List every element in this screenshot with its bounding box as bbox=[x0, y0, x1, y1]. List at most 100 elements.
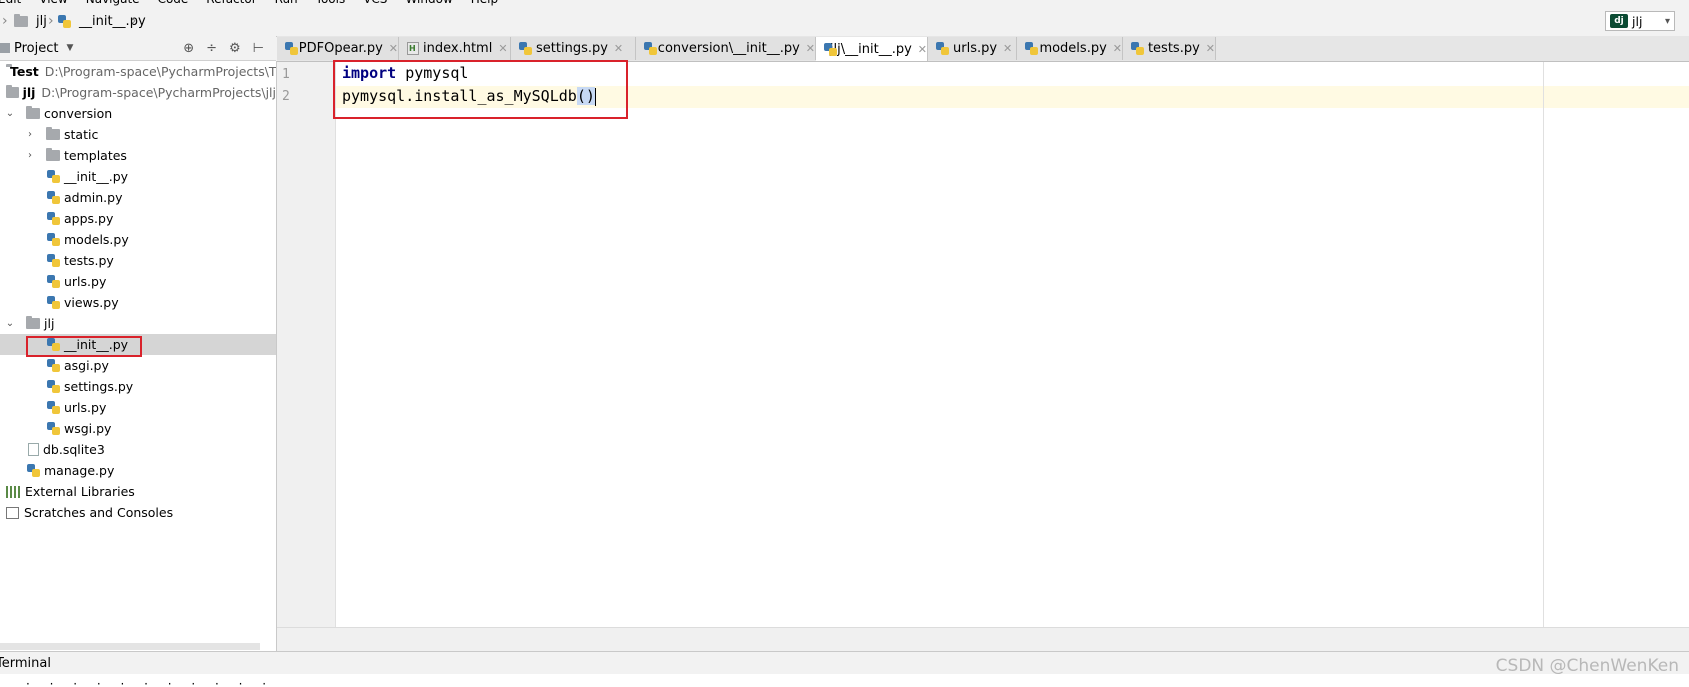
globe-icon[interactable]: ⊕ bbox=[183, 41, 194, 56]
python-file-icon bbox=[47, 359, 60, 372]
tree-item-external-libraries[interactable]: External Libraries bbox=[0, 481, 276, 502]
tree-item-file[interactable]: urls.py bbox=[0, 397, 276, 418]
line-number: 1 bbox=[282, 67, 290, 82]
tree-item-file[interactable]: wsgi.py bbox=[0, 418, 276, 439]
html-file-icon bbox=[407, 42, 419, 55]
chevron-right-icon: › bbox=[48, 13, 54, 29]
close-icon[interactable]: ✕ bbox=[1206, 42, 1215, 55]
tree-item-file[interactable]: __init__.py bbox=[0, 166, 276, 187]
python-file-icon bbox=[47, 233, 60, 246]
python-file-icon bbox=[644, 42, 657, 55]
breadcrumb-project[interactable]: jlj bbox=[14, 14, 47, 29]
django-icon: dj bbox=[1610, 14, 1628, 28]
tab-models[interactable]: models.py ✕ bbox=[1017, 37, 1123, 60]
chevron-down-icon[interactable]: ▼ bbox=[66, 43, 73, 53]
chevron-down-icon: ▾ bbox=[1664, 15, 1670, 27]
python-file-icon bbox=[47, 212, 60, 225]
project-panel-title[interactable]: Project bbox=[14, 41, 58, 56]
right-margin-guide bbox=[1543, 62, 1544, 627]
sidebar-scrollbar[interactable] bbox=[0, 643, 260, 650]
chevron-right-icon: › bbox=[131, 13, 137, 29]
editor-horizontal-scrollbar[interactable] bbox=[277, 627, 1689, 652]
python-file-icon bbox=[47, 380, 60, 393]
tree-item-scratches[interactable]: Scratches and Consoles bbox=[0, 502, 276, 523]
python-file-icon bbox=[27, 464, 40, 477]
highlight-box bbox=[26, 336, 142, 357]
python-file-icon bbox=[285, 42, 298, 55]
tree-item-file[interactable]: admin.py bbox=[0, 187, 276, 208]
tab-pdfopear[interactable]: PDFOpear.py ✕ bbox=[277, 37, 399, 60]
library-icon bbox=[6, 485, 20, 498]
tree-item-file[interactable]: asgi.py bbox=[0, 355, 276, 376]
tree-item-file[interactable]: tests.py bbox=[0, 250, 276, 271]
close-icon[interactable]: ✕ bbox=[1003, 42, 1012, 55]
python-file-icon bbox=[519, 42, 532, 55]
tree-item-file[interactable]: settings.py bbox=[0, 376, 276, 397]
highlight-box bbox=[333, 60, 628, 119]
python-file-icon bbox=[47, 422, 60, 435]
project-tree: Test D:\Program-space\PycharmProjects\T … bbox=[0, 61, 277, 651]
gear-icon[interactable]: ⚙ bbox=[229, 41, 241, 56]
close-icon[interactable]: ✕ bbox=[389, 42, 398, 55]
python-file-icon bbox=[47, 170, 60, 183]
python-file-icon bbox=[47, 401, 60, 414]
tree-item-file[interactable]: views.py bbox=[0, 292, 276, 313]
tab-urls[interactable]: urls.py ✕ bbox=[928, 37, 1017, 60]
line-gutter[interactable]: 1 2 bbox=[277, 62, 336, 627]
tab-index-html[interactable]: index.html✕ bbox=[399, 37, 511, 60]
python-file-icon bbox=[47, 296, 60, 309]
tab-jlj-init[interactable]: jlj\__init__.py ✕ bbox=[816, 37, 928, 61]
folder-icon bbox=[46, 127, 60, 140]
close-icon[interactable]: ✕ bbox=[498, 42, 507, 55]
terminal-tool-bar: Terminal bbox=[0, 651, 1689, 675]
tree-item-file[interactable]: db.sqlite3 bbox=[0, 439, 276, 460]
chevron-right-icon[interactable]: › bbox=[24, 129, 36, 140]
tree-item-folder[interactable]: ⌄ conversion bbox=[0, 103, 276, 124]
folder-icon bbox=[14, 14, 28, 27]
python-file-icon bbox=[1131, 42, 1144, 55]
code-editor[interactable]: 1 2 import pymysql pymysql.install_as_My… bbox=[277, 60, 1689, 627]
tree-item-folder[interactable]: › static bbox=[0, 124, 276, 145]
terminal-content[interactable]: · · · · · · · · · · · bbox=[0, 674, 1689, 687]
tree-item-file[interactable]: apps.py bbox=[0, 208, 276, 229]
close-icon[interactable]: ✕ bbox=[1113, 42, 1122, 55]
python-file-icon bbox=[1025, 42, 1039, 55]
python-file-icon bbox=[824, 42, 837, 56]
close-icon[interactable]: ✕ bbox=[918, 43, 927, 56]
chevron-down-icon[interactable]: ⌄ bbox=[4, 108, 16, 119]
hide-icon[interactable]: ⊢ bbox=[253, 41, 264, 56]
tree-item-file[interactable]: models.py bbox=[0, 229, 276, 250]
tree-item-folder[interactable]: ⌄ jlj bbox=[0, 313, 276, 334]
chevron-down-icon[interactable]: ⌄ bbox=[4, 318, 16, 329]
tree-item-folder[interactable]: › templates bbox=[0, 145, 276, 166]
line-number: 2 bbox=[282, 89, 290, 104]
close-icon[interactable]: ✕ bbox=[806, 42, 815, 55]
tab-tests[interactable]: tests.py ✕ bbox=[1123, 37, 1216, 60]
folder-icon bbox=[46, 148, 60, 161]
python-file-icon bbox=[936, 42, 949, 55]
tree-item-file[interactable]: manage.py bbox=[0, 460, 276, 481]
folder-icon bbox=[26, 316, 40, 329]
terminal-tab[interactable]: Terminal bbox=[0, 656, 51, 671]
tree-item-root-jlj[interactable]: jlj D:\Program-space\PycharmProjects\jlj bbox=[0, 82, 276, 103]
tab-settings[interactable]: settings.py ✕ bbox=[511, 37, 636, 60]
collapse-icon[interactable]: ÷ bbox=[206, 41, 217, 56]
chevron-right-icon: › bbox=[2, 13, 8, 29]
scratches-icon bbox=[6, 506, 19, 519]
editor-tabs: PDFOpear.py✕ index.html✕ settings.py✕ co… bbox=[277, 36, 1689, 62]
project-panel-header: Project ▼ ⊕ ÷ ⚙ ⊢ bbox=[0, 36, 276, 61]
chevron-right-icon[interactable]: › bbox=[24, 150, 36, 161]
python-file-icon bbox=[58, 15, 71, 28]
run-configuration-select[interactable]: dj jlj ▾ bbox=[1605, 11, 1675, 31]
tree-item-file[interactable]: urls.py bbox=[0, 271, 276, 292]
database-file-icon bbox=[28, 443, 39, 456]
watermark: CSDN @ChenWenKen bbox=[1495, 656, 1679, 676]
close-icon[interactable]: ✕ bbox=[614, 42, 623, 55]
python-file-icon bbox=[47, 191, 60, 204]
tree-item-root-test[interactable]: Test D:\Program-space\PycharmProjects\T bbox=[0, 61, 276, 82]
folder-icon bbox=[6, 85, 19, 98]
folder-icon bbox=[26, 106, 40, 119]
python-file-icon bbox=[47, 254, 60, 267]
tab-conversion-init[interactable]: conversion\__init__.py ✕ bbox=[636, 37, 816, 60]
python-file-icon bbox=[47, 275, 60, 288]
